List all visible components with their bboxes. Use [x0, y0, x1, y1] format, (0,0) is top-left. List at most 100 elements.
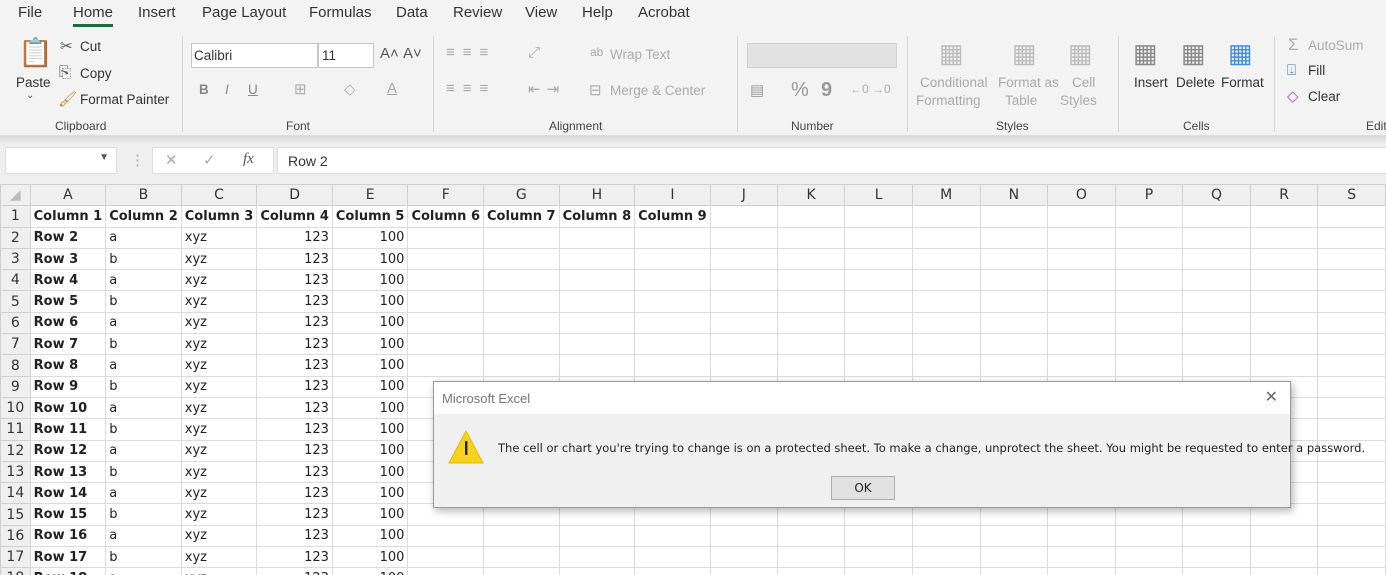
cell[interactable]: [1317, 205, 1386, 228]
column-header[interactable]: I: [634, 184, 711, 207]
header-cell[interactable]: Column 1: [29, 205, 107, 228]
cell[interactable]: xyz: [180, 333, 258, 356]
cell[interactable]: [776, 226, 846, 249]
cell[interactable]: [844, 290, 913, 313]
column-header[interactable]: H: [558, 184, 636, 207]
underline-button[interactable]: U: [248, 82, 258, 97]
cell[interactable]: [634, 269, 711, 292]
copy-button[interactable]: Copy: [80, 66, 112, 81]
cell[interactable]: [911, 226, 981, 249]
tab-formulas[interactable]: Formulas: [309, 4, 372, 21]
cell[interactable]: [558, 269, 636, 292]
column-header[interactable]: S: [1317, 184, 1386, 207]
header-cell[interactable]: Column 5: [331, 205, 409, 228]
cell[interactable]: [911, 205, 981, 228]
number-format-select[interactable]: [747, 43, 897, 68]
cell[interactable]: [844, 247, 913, 271]
cell[interactable]: [911, 247, 981, 271]
cell[interactable]: [1317, 460, 1386, 484]
tab-acrobat[interactable]: Acrobat: [638, 4, 690, 21]
cell[interactable]: [407, 333, 485, 356]
cell[interactable]: 123: [256, 482, 333, 505]
cell[interactable]: [709, 546, 778, 569]
cell[interactable]: Row 13: [29, 460, 107, 484]
cell[interactable]: xyz: [180, 226, 258, 249]
cell[interactable]: a: [105, 396, 182, 420]
header-cell[interactable]: Column 2: [105, 205, 182, 228]
cell[interactable]: xyz: [180, 503, 258, 526]
cell[interactable]: xyz: [180, 354, 258, 377]
tab-home[interactable]: Home: [73, 4, 114, 27]
comma-button[interactable]: 9: [821, 79, 832, 102]
cell[interactable]: [776, 546, 846, 569]
cell[interactable]: [979, 205, 1049, 228]
cell[interactable]: [558, 333, 636, 356]
cell[interactable]: [1249, 354, 1319, 377]
cell[interactable]: [1249, 524, 1319, 548]
cell[interactable]: [1114, 333, 1184, 356]
cell[interactable]: [979, 567, 1049, 575]
cell[interactable]: 100: [331, 226, 409, 249]
cell[interactable]: [1114, 269, 1184, 292]
cell[interactable]: [407, 311, 485, 335]
cell[interactable]: 123: [256, 418, 333, 441]
cell[interactable]: [1317, 375, 1386, 398]
cell[interactable]: [1114, 247, 1184, 271]
cell[interactable]: [1249, 269, 1319, 292]
cell[interactable]: [709, 567, 778, 575]
cell[interactable]: [979, 311, 1049, 335]
cell[interactable]: [776, 247, 846, 271]
tab-review[interactable]: Review: [453, 4, 502, 21]
cell[interactable]: [483, 290, 560, 313]
chevron-down-icon[interactable]: ⌄: [26, 90, 34, 101]
cell[interactable]: 100: [331, 396, 409, 420]
cell[interactable]: 100: [331, 503, 409, 526]
cell[interactable]: a: [105, 269, 182, 292]
cell[interactable]: b: [105, 418, 182, 441]
cell[interactable]: b: [105, 375, 182, 398]
cell[interactable]: [911, 354, 981, 377]
cell[interactable]: a: [105, 354, 182, 377]
cell[interactable]: Row 5: [29, 290, 107, 313]
cell[interactable]: [979, 354, 1049, 377]
cell[interactable]: [634, 311, 711, 335]
delete-button[interactable]: Delete: [1176, 75, 1215, 90]
cell[interactable]: [558, 524, 636, 548]
row-header[interactable]: 18: [0, 567, 31, 575]
cell[interactable]: [979, 333, 1049, 356]
cell[interactable]: [558, 226, 636, 249]
cell[interactable]: [911, 311, 981, 335]
cell[interactable]: Row 12: [29, 439, 107, 462]
cell[interactable]: Row 4: [29, 269, 107, 292]
column-header[interactable]: D: [256, 184, 333, 207]
cell[interactable]: xyz: [180, 375, 258, 398]
cell[interactable]: [634, 226, 711, 249]
cell[interactable]: [1182, 226, 1251, 249]
cell[interactable]: 123: [256, 567, 333, 575]
cell[interactable]: b: [105, 460, 182, 484]
cell[interactable]: 123: [256, 524, 333, 548]
column-header[interactable]: L: [844, 184, 913, 207]
column-header[interactable]: Q: [1182, 184, 1251, 207]
cell[interactable]: xyz: [180, 460, 258, 484]
close-icon[interactable]: ✕: [1265, 387, 1278, 407]
cell[interactable]: b: [105, 290, 182, 313]
cell[interactable]: [1317, 269, 1386, 292]
cell[interactable]: [483, 226, 560, 249]
cell[interactable]: 100: [331, 460, 409, 484]
cell[interactable]: [844, 269, 913, 292]
decrease-font-icon[interactable]: A˅: [403, 45, 422, 62]
paste-icon[interactable]: 📋: [18, 36, 53, 69]
cell[interactable]: a: [105, 567, 182, 575]
cell[interactable]: [1114, 311, 1184, 335]
column-header[interactable]: A: [29, 184, 107, 207]
cell[interactable]: [1249, 311, 1319, 335]
paste-button[interactable]: Paste: [16, 75, 51, 90]
cell[interactable]: [407, 247, 485, 271]
cell[interactable]: [1317, 290, 1386, 313]
cell[interactable]: a: [105, 226, 182, 249]
cell[interactable]: [776, 333, 846, 356]
bold-button[interactable]: B: [199, 82, 209, 97]
row-header[interactable]: 11: [0, 418, 31, 441]
cell[interactable]: [634, 567, 711, 575]
